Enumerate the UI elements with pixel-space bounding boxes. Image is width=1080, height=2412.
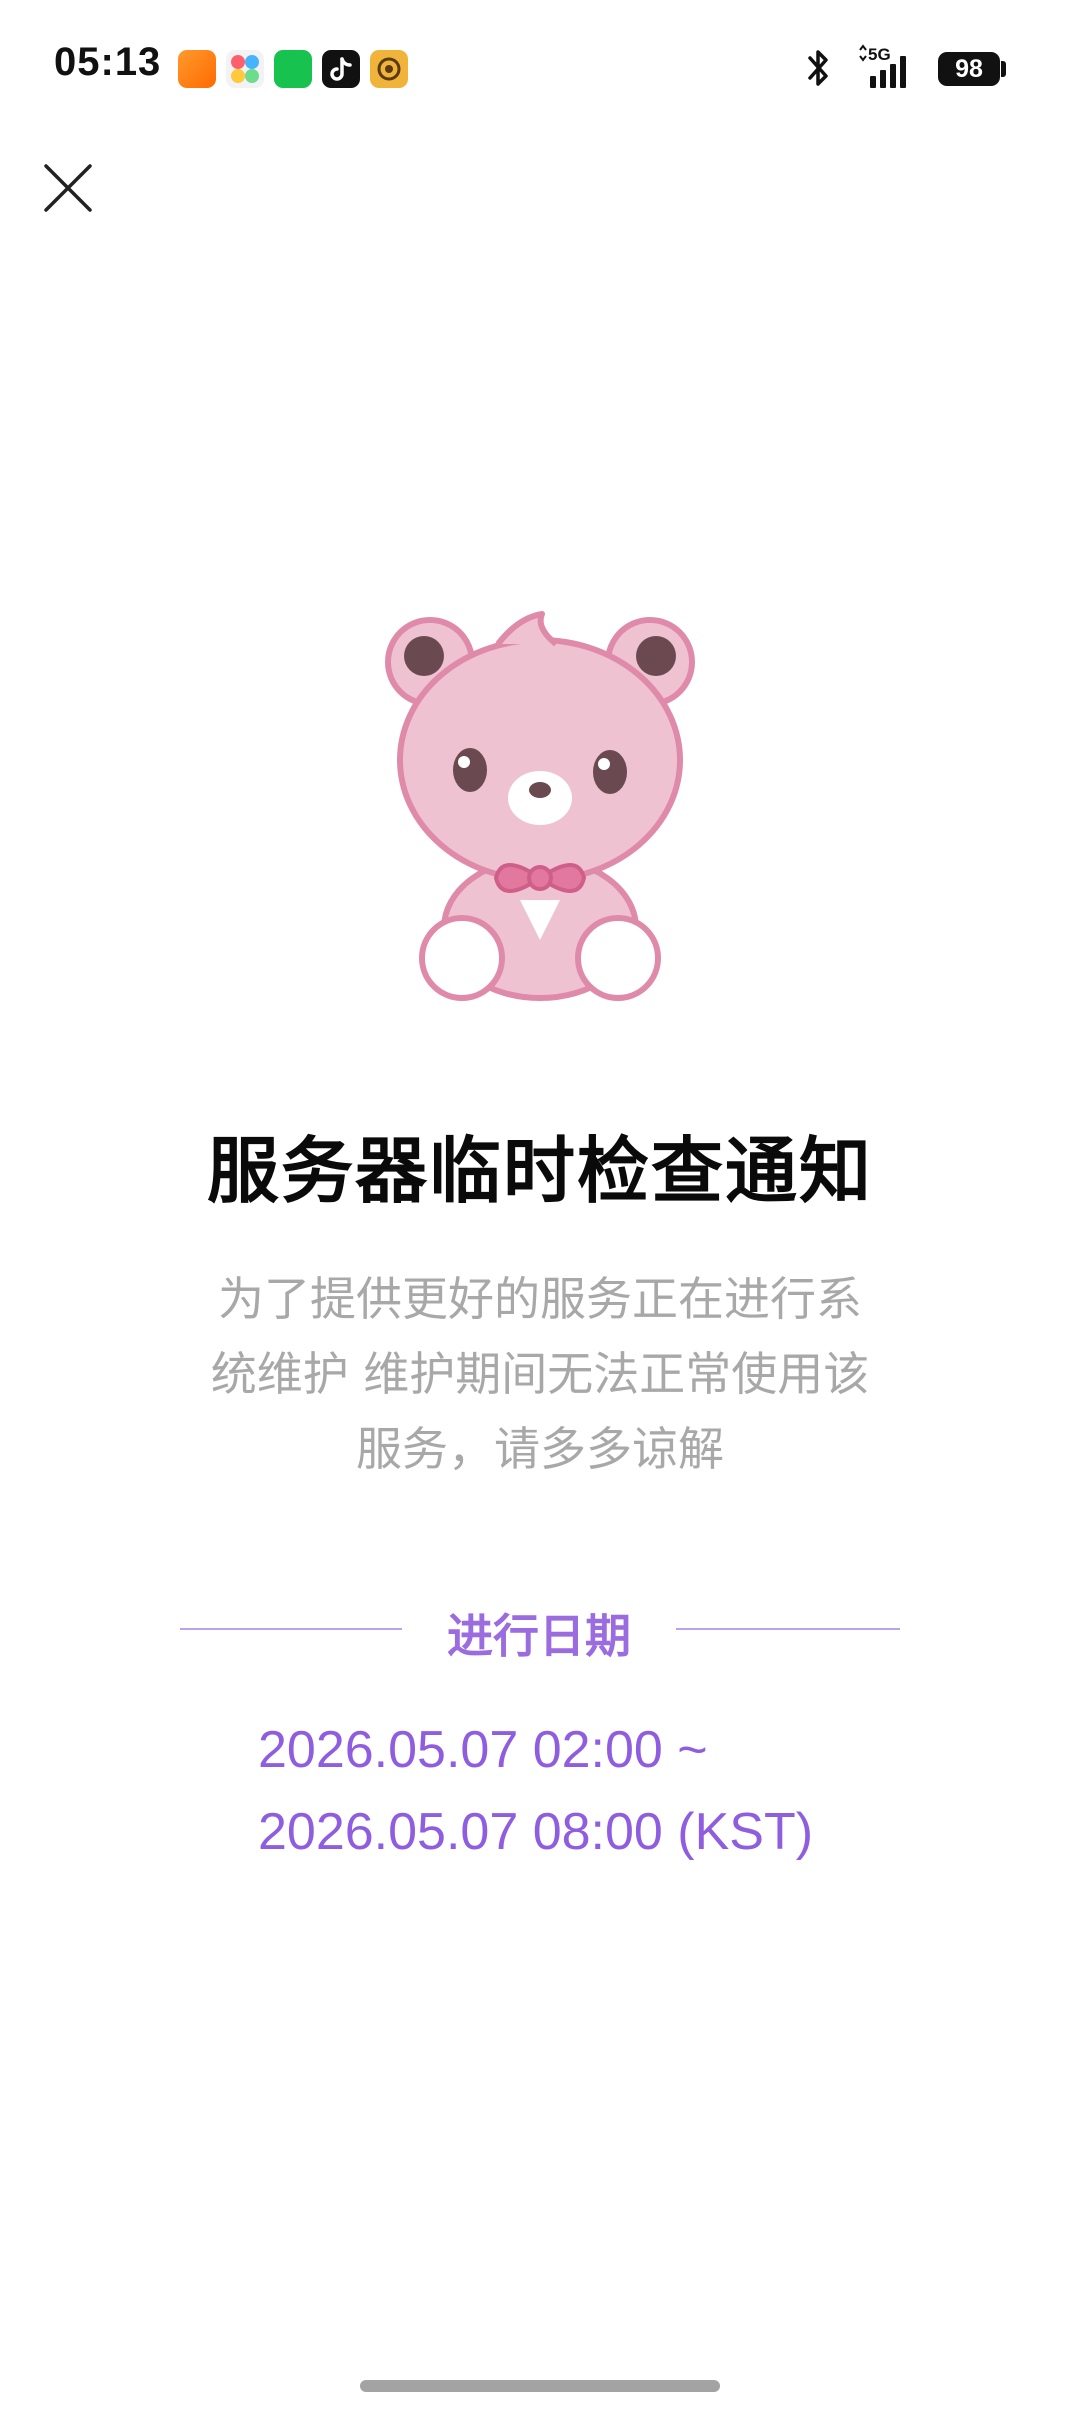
- notice-title: 服务器临时检查通知: [206, 1129, 873, 1213]
- battery-level: 98: [955, 55, 983, 83]
- signal-icon: 5G: [856, 44, 926, 94]
- tiktok-icon: [322, 50, 360, 88]
- maintenance-start-date: 2026.05.07 02:00 ~: [258, 1721, 708, 1779]
- status-time: 05:13: [54, 40, 162, 84]
- divider-left: [180, 1628, 402, 1630]
- yellow-app-icon: [370, 50, 408, 88]
- battery-icon: 98: [938, 52, 1000, 86]
- schedule-label: 进行日期: [447, 1609, 631, 1663]
- description-line: 服务，请多多谅解: [356, 1422, 724, 1476]
- status-bar: 05:13 5G 98: [0, 0, 1080, 140]
- svg-text:5G: 5G: [868, 45, 891, 64]
- maintenance-screen: 05:13 5G 98 服务器临时检查通知 为了提供更好的服务正在进行系 统维护…: [0, 0, 1080, 2412]
- home-indicator[interactable]: [360, 2380, 720, 2392]
- maintenance-end-date: 2026.05.07 08:00 (KST): [258, 1803, 814, 1861]
- description-line: 统维护 维护期间无法正常使用该: [210, 1347, 870, 1401]
- taobao-flash-icon: [178, 50, 216, 88]
- bluetooth-icon: [804, 46, 834, 94]
- close-button[interactable]: [40, 160, 96, 216]
- close-icon: [44, 164, 92, 212]
- description-line: 为了提供更好的服务正在进行系: [218, 1272, 862, 1326]
- colorful-app-icon: [226, 50, 264, 88]
- notice-description: 为了提供更好的服务正在进行系 统维护 维护期间无法正常使用该 服务，请多多谅解: [160, 1262, 920, 1487]
- divider-right: [676, 1628, 900, 1630]
- battery-nub: [1001, 61, 1006, 77]
- bear-mascot-illustration: [380, 610, 700, 1010]
- green-app-icon: [274, 50, 312, 88]
